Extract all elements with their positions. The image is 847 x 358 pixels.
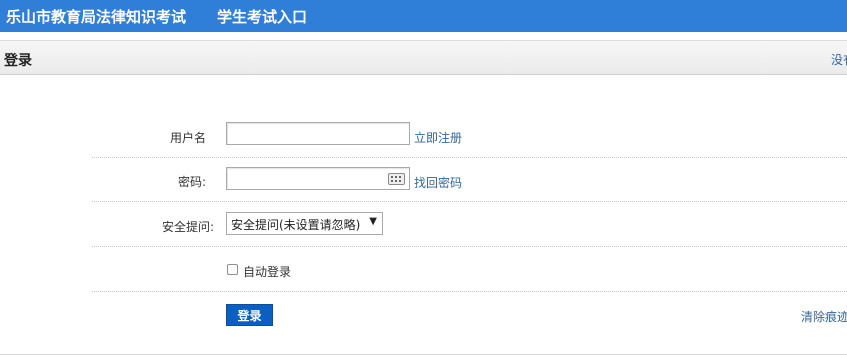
password-label: 密码:: [177, 175, 206, 189]
footer-divider: [0, 354, 847, 355]
security-question-label: 安全提问:: [161, 220, 214, 234]
username-input[interactable]: [226, 122, 410, 145]
student-entry-link[interactable]: 学生考试入口: [217, 6, 307, 27]
login-panel-header: 登录 没有: [0, 40, 847, 75]
clear-traces-link[interactable]: 清除痕迹: [801, 308, 847, 325]
password-input[interactable]: [226, 167, 410, 190]
auto-login-checkbox[interactable]: [227, 264, 238, 275]
register-link[interactable]: 立即注册: [414, 129, 462, 146]
row-divider: [92, 201, 847, 202]
page-title: 登录: [4, 53, 32, 69]
row-divider: [92, 157, 847, 158]
no-account-link[interactable]: 没有: [831, 51, 847, 68]
find-password-link[interactable]: 找回密码: [414, 174, 462, 191]
username-label: 用户名: [169, 131, 206, 145]
row-divider: [92, 291, 847, 292]
auto-login-label[interactable]: 自动登录: [243, 263, 291, 280]
site-title[interactable]: 乐山市教育局法律知识考试: [6, 6, 186, 27]
chevron-down-icon: ▼: [369, 216, 377, 227]
keyboard-icon[interactable]: [388, 173, 405, 185]
row-divider: [92, 246, 847, 247]
top-nav-bar: 乐山市教育局法律知识考试 学生考试入口: [0, 0, 847, 32]
security-question-select[interactable]: 安全提问(未设置请忽略) ▼: [226, 212, 383, 235]
login-button[interactable]: 登录: [226, 304, 273, 326]
security-question-value: 安全提问(未设置请忽略): [231, 218, 361, 232]
